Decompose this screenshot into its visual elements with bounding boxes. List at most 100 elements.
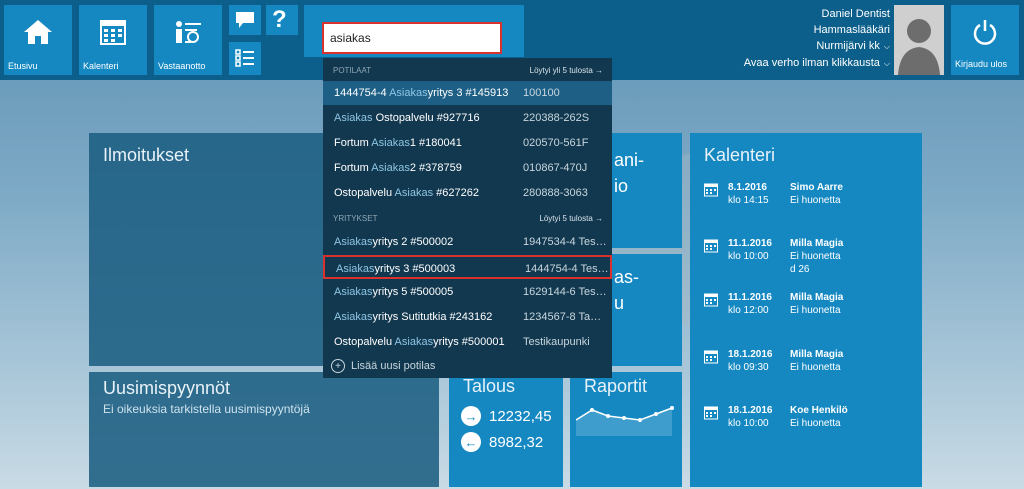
result-match-highlight: Asiakas <box>371 162 410 174</box>
result-code: 220388-262S <box>523 112 590 124</box>
search-result-row[interactable]: Asiakasyritys Sutitutkia #243162 1234567-… <box>323 305 612 329</box>
renewals-tile[interactable]: Uusimispyynnöt Ei oikeuksia tarkistella … <box>89 372 439 487</box>
search-result-row[interactable]: Asiakasyritys 3 #500003 1444754-4 Tes… <box>323 255 612 279</box>
calendar-time: klo 09:30 <box>728 362 769 373</box>
finance-income-value: 12232,45 <box>489 407 552 425</box>
calendar-icon <box>704 350 718 368</box>
search-result-row[interactable]: Ostopalvelu Asiakas #627262 280888-3063 <box>323 181 612 205</box>
renewals-title: Uusimispyynnöt <box>103 378 231 398</box>
result-code: 280888-3063 <box>523 187 588 199</box>
search-result-row[interactable]: Asiakasyritys 5 #500005 1629144-6 Tes… <box>323 280 612 304</box>
nav-calendar-tile[interactable]: Kalenteri <box>79 5 147 75</box>
patients-found-link[interactable]: Löytyi yli 5 tulosta → <box>530 66 603 75</box>
nav-calendar-label: Kalenteri <box>83 61 119 71</box>
search-result-row[interactable]: Asiakas Ostopalvelu #927716 220388-262S <box>323 106 612 130</box>
reports-tile[interactable]: Raportit <box>570 372 682 487</box>
arrow-left-icon: ← <box>461 432 481 452</box>
result-match-highlight: Asiakas <box>334 311 373 323</box>
result-match-highlight: Asiakas <box>336 263 375 275</box>
search-input[interactable] <box>322 22 502 54</box>
nav-home-tile[interactable]: Etusivu <box>4 5 72 75</box>
calendar-room: Ei huonetta <box>790 418 841 429</box>
nav-home-label: Etusivu <box>8 61 38 71</box>
result-name-prefix: Ostopalvelu <box>334 187 395 199</box>
calendar-person: Milla Magia <box>790 238 844 249</box>
search-result-row[interactable]: Ostopalvelu Asiakasyritys #500001 Testika… <box>323 330 612 354</box>
calendar-date: 8.1.2016 <box>728 182 767 193</box>
search-results-dropdown: POTILAAT Löytyi yli 5 tulosta → 1444754-… <box>323 58 612 378</box>
curtain-value: Avaa verho ilman klikkausta <box>743 57 880 69</box>
result-name-suffix: yritys 5 #500005 <box>372 286 454 298</box>
companies-found-link[interactable]: Löytyi 5 tulosta → <box>539 214 603 223</box>
result-code: 1947534-4 Tes… <box>523 236 607 248</box>
finance-tile[interactable]: Talous → 12232,45 ← 8982,32 <box>449 372 563 487</box>
home-icon <box>23 19 53 50</box>
help-tile[interactable]: ? <box>266 5 298 35</box>
result-name-suffix: yritys Sutitutkia #243162 <box>372 311 493 323</box>
user-info: Daniel Dentist Hammaslääkäri Nurmijärvi … <box>744 6 890 72</box>
search-result-row[interactable]: 1444754-4 Asiakasyritys 3 #145913 100100 <box>323 81 612 105</box>
avatar <box>894 5 944 75</box>
finance-income-row: → 12232,45 <box>461 406 552 426</box>
result-match-highlight: Asiakas <box>389 87 428 99</box>
logout-label: Kirjaudu ulos <box>955 59 1008 69</box>
result-match-highlight: Asiakas <box>394 336 434 348</box>
result-name-suffix: yritys #500001 <box>433 336 505 348</box>
arrow-right-icon: → <box>461 406 481 426</box>
result-name-prefix: 1444754-4 <box>334 87 390 99</box>
partial-tile-2-label: as- u <box>614 267 640 313</box>
user-role: Hammaslääkäri <box>813 24 890 36</box>
search-result-row[interactable]: Asiakasyritys 2 #500002 1947534-4 Tes… <box>323 230 612 254</box>
result-name: Fortum Asiakas1 #180041 <box>334 131 462 155</box>
result-code: 1444754-4 Tes… <box>525 263 609 275</box>
user-name: Daniel Dentist <box>821 8 890 20</box>
calendar-extra: d 26 <box>790 264 810 275</box>
curtain-select[interactable]: Avaa verho ilman klikkausta ⌵ <box>744 55 890 72</box>
reports-title: Raportit <box>584 376 648 396</box>
result-name: Ostopalvelu Asiakasyritys #500001 <box>334 330 505 354</box>
nav-reception-tile[interactable]: Vastaanotto <box>154 5 222 75</box>
sparkline-icon <box>575 402 676 441</box>
chat-icon <box>235 11 255 34</box>
result-match-highlight: Asiakas <box>334 236 373 248</box>
result-name: Asiakasyritys 5 #500005 <box>334 280 453 304</box>
calendar-icon <box>100 19 126 50</box>
calendar-date: 11.1.2016 <box>728 292 772 303</box>
result-name-suffix: 2 #378759 <box>409 162 462 174</box>
calendar-date: 18.1.2016 <box>728 349 773 360</box>
result-code: 010867-470J <box>523 162 588 174</box>
patients-header-label: POTILAAT <box>333 66 372 75</box>
calendar-date: 18.1.2016 <box>728 405 773 416</box>
calendar-person: Milla Magia <box>790 349 844 360</box>
search-result-row[interactable]: Fortum Asiakas2 #378759 010867-470J <box>323 156 612 180</box>
calendar-title: Kalenteri <box>704 145 776 165</box>
result-code: 100100 <box>523 87 560 99</box>
calendar-icon <box>704 293 718 311</box>
calendar-tile[interactable]: Kalenteri 8.1.2016 klo 14:15 Simo Aarre Ei … <box>690 133 922 487</box>
result-match-highlight: Asiakas <box>334 112 373 124</box>
logout-button[interactable]: Kirjaudu ulos <box>951 5 1019 75</box>
calendar-room: Ei huonetta <box>790 305 841 316</box>
result-name: Asiakasyritys 2 #500002 <box>334 230 453 254</box>
finance-title: Talous <box>463 376 516 396</box>
list-tile[interactable] <box>229 42 261 75</box>
result-match-highlight: Asiakas <box>394 187 434 199</box>
calendar-time: klo 12:00 <box>728 305 769 316</box>
calendar-person: Koe Henkilö <box>790 405 848 416</box>
result-name-suffix: yritys 2 #500002 <box>372 236 454 248</box>
search-result-row[interactable]: Fortum Asiakas1 #180041 020570-561F <box>323 131 612 155</box>
calendar-time: klo 14:15 <box>728 195 769 206</box>
companies-section-header: YRITYKSET Löytyi 5 tulosta → <box>333 214 603 223</box>
finance-expense-value: 8982,32 <box>489 433 544 451</box>
calendar-time: klo 10:00 <box>728 251 769 262</box>
calendar-icon <box>704 239 718 257</box>
result-name-prefix: Fortum <box>334 162 372 174</box>
messages-tile[interactable] <box>229 5 261 35</box>
add-patient-button[interactable]: + Lisää uusi potilas <box>331 359 435 373</box>
list-icon <box>235 49 255 72</box>
result-name: Asiakasyritys 3 #500003 <box>336 257 455 281</box>
nav-reception-label: Vastaanotto <box>158 61 206 71</box>
renewals-subtitle: Ei oikeuksia tarkistella uusimispyyntöjä <box>103 402 310 416</box>
location-select[interactable]: Nurmijärvi kk ⌵ <box>744 38 890 55</box>
result-name-prefix: Ostopalvelu <box>334 336 395 348</box>
